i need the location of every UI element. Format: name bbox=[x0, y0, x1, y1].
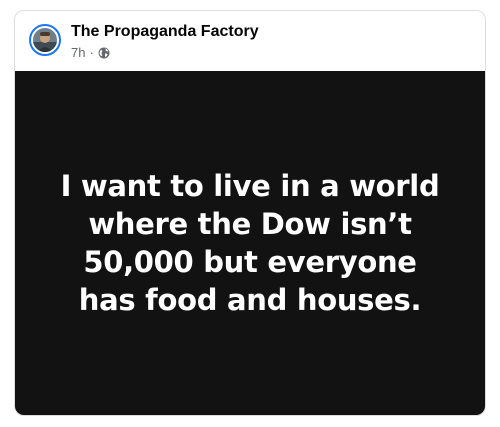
post-meta: 7h · bbox=[71, 45, 110, 60]
post-image-text: I want to live in a world where the Dow … bbox=[30, 167, 470, 319]
post-card: The Propaganda Factory 7h · I want to li… bbox=[14, 10, 486, 416]
page-name[interactable]: The Propaganda Factory bbox=[71, 23, 259, 41]
post-image[interactable]: I want to live in a world where the Dow … bbox=[15, 71, 485, 415]
globe-icon bbox=[98, 47, 110, 59]
image-text-line: 50,000 but everyone bbox=[83, 245, 417, 279]
avatar[interactable] bbox=[29, 24, 61, 56]
image-text-line: has food and houses. bbox=[78, 283, 422, 317]
meta-separator: · bbox=[89, 45, 94, 60]
image-text-line: I want to live in a world bbox=[60, 169, 440, 203]
post-header: The Propaganda Factory 7h · bbox=[15, 11, 485, 71]
avatar-image bbox=[33, 28, 57, 52]
image-text-line: where the Dow isn’t bbox=[88, 207, 412, 241]
post-timestamp[interactable]: 7h bbox=[71, 45, 85, 60]
